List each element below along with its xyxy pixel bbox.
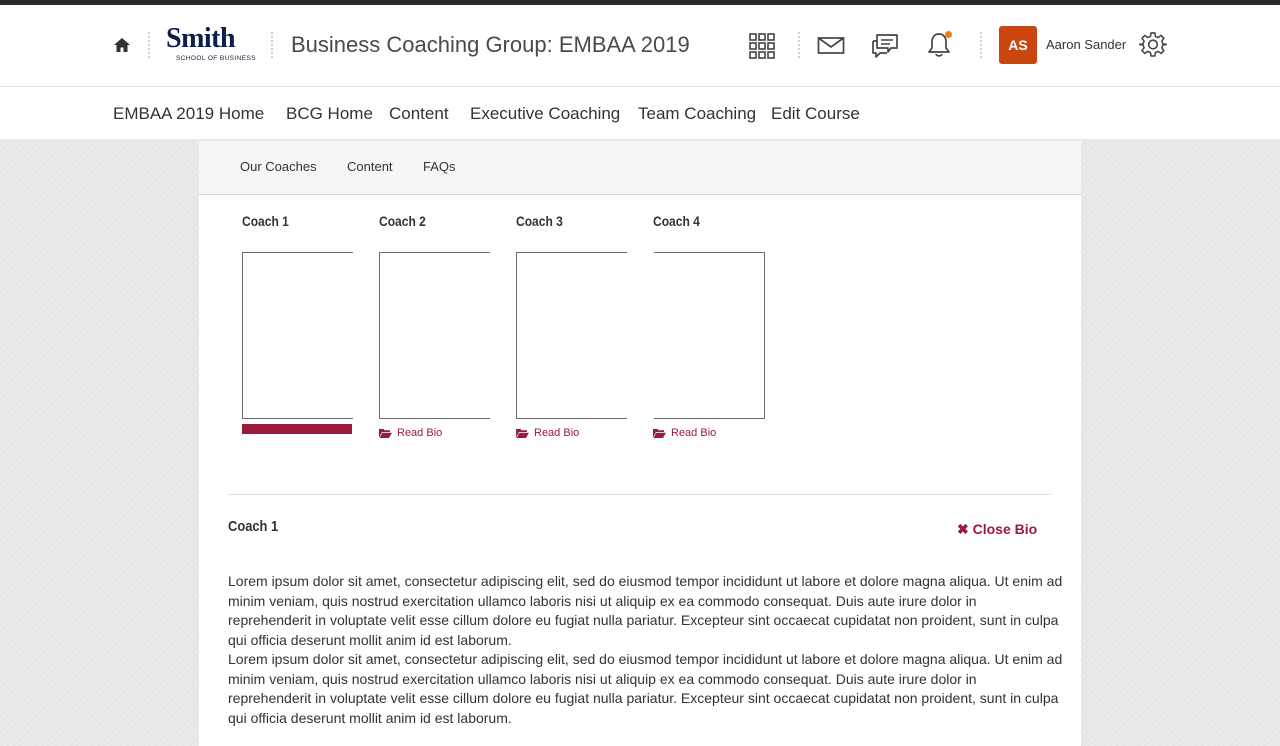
read-bio-link[interactable]: Read Bio [516,427,579,439]
user-name[interactable]: Aaron Sander [1046,37,1126,52]
read-bio-label: Read Bio [671,427,717,439]
read-bio-link[interactable]: Read Bio [379,427,442,439]
tab-our-coaches[interactable]: Our Coaches [240,159,317,174]
divider [228,494,1051,495]
bio-paragraph: Lorem ipsum dolor sit amet, consectetur … [228,651,1063,726]
gear-icon[interactable] [1139,31,1167,59]
logo-subtitle: SCHOOL OF BUSINESS [176,55,256,62]
coach-name: Coach 2 [379,213,426,229]
coach-photo[interactable] [379,252,490,419]
read-bio-link[interactable]: Read Bio [653,427,716,439]
separator [980,32,982,58]
coach-name: Coach 1 [242,213,289,229]
separator [271,32,273,58]
nav-item-team-coaching[interactable]: Team Coaching [638,104,756,124]
tab-faqs[interactable]: FAQs [423,159,456,174]
notification-dot [945,31,952,38]
mail-icon[interactable] [817,32,845,60]
tab-content[interactable]: Content [347,159,393,174]
folder-open-icon [516,429,529,438]
folder-open-icon [653,429,666,438]
header: Smith SCHOOL OF BUSINESS Business Coachi… [0,5,1280,87]
apps-grid-icon[interactable] [748,32,776,60]
coach-name: Coach 4 [653,213,700,229]
read-bio-label: Read Bio [534,427,580,439]
nav-item-embaa-home[interactable]: EMBAA 2019 Home [113,104,264,124]
avatar[interactable]: AS [999,26,1037,64]
separator [798,32,800,58]
course-nav: EMBAA 2019 Home BCG Home Content Executi… [0,87,1280,140]
course-title: Business Coaching Group: EMBAA 2019 [291,32,690,57]
bio-title: Coach 1 [228,518,279,535]
coach-photo[interactable] [654,252,765,419]
bio-text: Lorem ipsum dolor sit amet, consectetur … [228,572,1063,728]
coach-name: Coach 3 [516,213,563,229]
separator [148,32,150,58]
nav-item-content[interactable]: Content [389,104,449,124]
read-bio-label: Read Bio [397,427,443,439]
nav-item-bcg-home[interactable]: BCG Home [286,104,373,124]
bio-paragraph: Lorem ipsum dolor sit amet, consectetur … [228,573,1063,648]
chat-icon[interactable] [871,31,899,59]
content-panel: Our Coaches Content FAQs Coach 1 Coach 2… [199,141,1081,746]
active-coach-indicator [242,424,352,434]
logo-word: Smith [166,23,236,54]
nav-item-edit-course[interactable]: Edit Course [771,104,860,124]
nav-item-executive-coaching[interactable]: Executive Coaching [470,104,620,124]
coach-photo[interactable] [242,252,353,419]
logo[interactable]: Smith SCHOOL OF BUSINESS [166,25,256,65]
close-bio-button[interactable]: ✖ Close Bio [957,521,1037,538]
sub-tabs: Our Coaches Content FAQs [199,141,1081,195]
folder-open-icon [379,429,392,438]
home-icon[interactable] [113,36,131,54]
coach-photo[interactable] [516,252,627,419]
